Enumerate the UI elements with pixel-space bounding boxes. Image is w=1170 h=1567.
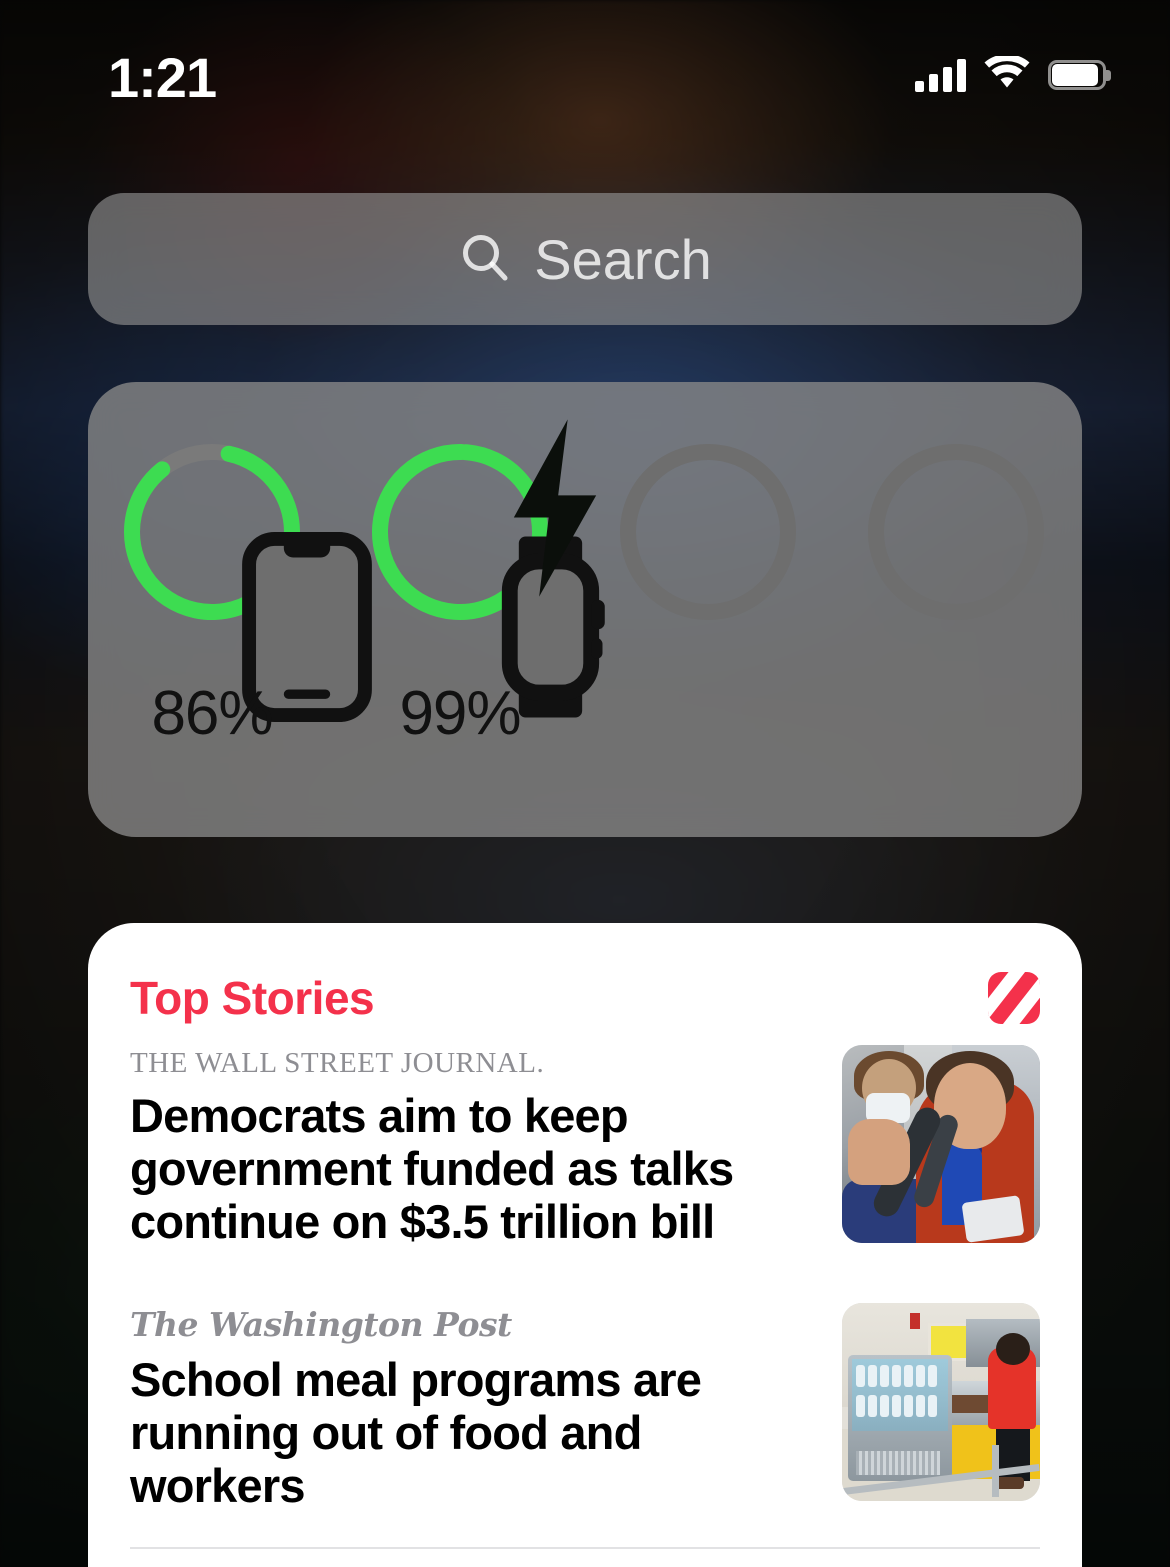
- battery-rings-row: [88, 382, 1082, 722]
- search-bar-content: Search: [458, 227, 712, 292]
- battery-ring-iphone[interactable]: [88, 382, 372, 722]
- news-widget-title: Top Stories: [130, 972, 375, 1024]
- news-story-thumbnail[interactable]: [842, 1045, 1040, 1243]
- status-bar: 1:21: [0, 0, 1170, 130]
- news-story-text: The Washington Post School meal programs…: [130, 1303, 816, 1512]
- search-bar[interactable]: Search: [88, 193, 1082, 325]
- news-story-item[interactable]: THE WALL STREET JOURNAL. Democrats aim t…: [130, 1045, 1040, 1248]
- battery-icon: [1048, 60, 1111, 90]
- status-bar-clock: 1:21: [108, 46, 217, 109]
- news-story-thumbnail[interactable]: [842, 1303, 1040, 1501]
- news-story-publisher: THE WALL STREET JOURNAL.: [130, 1047, 545, 1079]
- news-story-publisher: The Washington Post: [130, 1305, 512, 1344]
- news-story-item[interactable]: The Washington Post School meal programs…: [130, 1303, 1040, 1512]
- news-story-headline: School meal programs are running out of …: [130, 1353, 702, 1513]
- search-placeholder: Search: [534, 227, 712, 291]
- news-widget-divider: [130, 1547, 1040, 1549]
- battery-ring-empty-4[interactable]: [832, 382, 1080, 682]
- battery-percent-iphone: 86%: [151, 679, 273, 748]
- battery-percent-apple-watch: 99%: [399, 679, 521, 748]
- apple-news-widget[interactable]: Top Stories THE WALL STREET JOURNAL. Dem…: [88, 923, 1082, 1567]
- battery-percent-row: 86% 99%: [88, 678, 1082, 788]
- news-story-headline: Democrats aim to keep government funded …: [130, 1089, 734, 1249]
- wifi-icon: [984, 53, 1030, 95]
- status-bar-icons: [915, 48, 1111, 102]
- cellular-signal-icon: [915, 58, 966, 92]
- search-icon: [458, 230, 512, 289]
- battery-ring-apple-watch[interactable]: [336, 382, 605, 718]
- news-widget-header: Top Stories: [130, 970, 1040, 1026]
- batteries-widget[interactable]: 86% 99%: [88, 382, 1082, 837]
- apple-news-logo-icon: [988, 972, 1040, 1024]
- news-story-text: THE WALL STREET JOURNAL. Democrats aim t…: [130, 1045, 816, 1248]
